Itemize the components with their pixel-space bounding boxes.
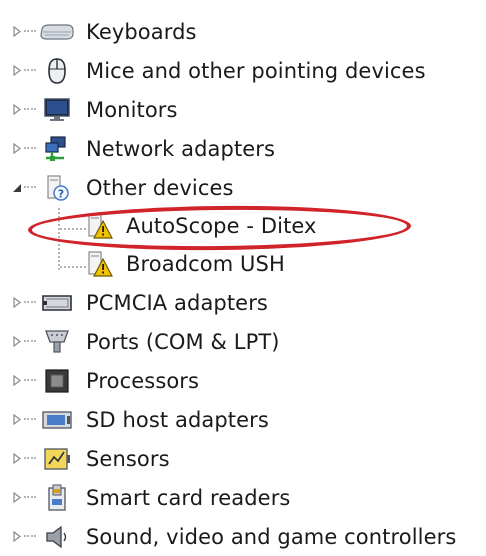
tree-item-sensors[interactable]: Sensors — [0, 439, 486, 478]
tree-item-label: Smart card readers — [86, 485, 291, 510]
tree-connector — [24, 378, 36, 383]
tree-item-other-devices[interactable]: ? Other devices — [0, 168, 486, 207]
smart-card-icon — [38, 484, 76, 512]
tree-item-label: Processors — [86, 368, 200, 393]
expand-arrow-icon[interactable] — [12, 531, 22, 543]
expand-arrow-icon[interactable] — [12, 492, 22, 504]
expand-arrow-icon[interactable] — [12, 104, 22, 116]
expand-arrow-icon[interactable] — [12, 143, 22, 155]
tree-item-label: Broadcom USH — [126, 252, 285, 276]
tree-item-keyboards[interactable]: Keyboards — [0, 12, 486, 51]
expand-arrow-icon[interactable] — [12, 453, 22, 465]
tree-item-label: Keyboards — [86, 19, 197, 44]
tree-connector — [24, 534, 36, 539]
tree-item-label: Sound, video and game controllers — [86, 524, 457, 549]
tree-connector — [24, 456, 36, 461]
tree-item-broadcom-ush[interactable]: Broadcom USH — [0, 245, 486, 283]
monitor-icon — [38, 96, 76, 124]
tree-connector — [24, 300, 36, 305]
expand-arrow-icon[interactable] — [12, 375, 22, 387]
tree-item-network-adapters[interactable]: Network adapters — [0, 129, 486, 168]
tree-item-label: Ports (COM & LPT) — [86, 329, 280, 354]
tree-item-mice[interactable]: Mice and other pointing devices — [0, 51, 486, 90]
expand-arrow-icon[interactable] — [12, 297, 22, 309]
tree-item-label: SD host adapters — [86, 407, 269, 432]
pcmcia-icon — [38, 289, 76, 317]
tree-connector — [24, 417, 36, 422]
tree-item-label: Mice and other pointing devices — [86, 58, 426, 83]
tree-connector — [24, 146, 36, 151]
tree-item-label: PCMCIA adapters — [86, 290, 268, 315]
mouse-icon — [38, 57, 76, 85]
tree-connector — [60, 266, 86, 268]
tree-connector — [24, 68, 36, 73]
expand-arrow-icon[interactable] — [12, 65, 22, 77]
tree-item-smart-card-readers[interactable]: Smart card readers — [0, 478, 486, 517]
sensor-icon — [38, 445, 76, 473]
tree-connector — [24, 339, 36, 344]
expand-arrow-icon[interactable] — [12, 414, 22, 426]
tree-connector — [24, 107, 36, 112]
expand-arrow-icon[interactable] — [12, 26, 22, 38]
tree-item-processors[interactable]: Processors — [0, 361, 486, 400]
expand-arrow-icon[interactable] — [12, 336, 22, 348]
sd-adapter-icon — [38, 406, 76, 434]
keyboard-icon — [38, 18, 76, 46]
speaker-icon — [38, 523, 76, 551]
tree-item-ports[interactable]: Ports (COM & LPT) — [0, 322, 486, 361]
tree-item-label: Network adapters — [86, 136, 276, 161]
tree-item-pcmcia-adapters[interactable]: PCMCIA adapters — [0, 283, 486, 322]
tree-connector — [24, 185, 36, 190]
network-adapter-icon — [38, 135, 76, 163]
tree-item-sd-host-adapters[interactable]: SD host adapters — [0, 400, 486, 439]
tree-item-sound-video-game-controllers[interactable]: Sound, video and game controllers — [0, 517, 486, 556]
warning-device-icon — [80, 250, 118, 278]
collapse-arrow-icon[interactable] — [12, 182, 22, 194]
unknown-device-icon: ? — [38, 174, 76, 202]
device-tree: Keyboards Mice and other pointing device… — [0, 12, 486, 556]
tree-connector — [24, 495, 36, 500]
tree-connector — [24, 29, 36, 34]
processor-icon — [38, 367, 76, 395]
tree-item-label: Other devices — [86, 175, 234, 200]
tree-item-monitors[interactable]: Monitors — [0, 90, 486, 129]
tree-item-label: Sensors — [86, 446, 170, 471]
port-icon — [38, 328, 76, 356]
svg-text:?: ? — [58, 187, 64, 200]
tree-item-label: Monitors — [86, 97, 178, 122]
